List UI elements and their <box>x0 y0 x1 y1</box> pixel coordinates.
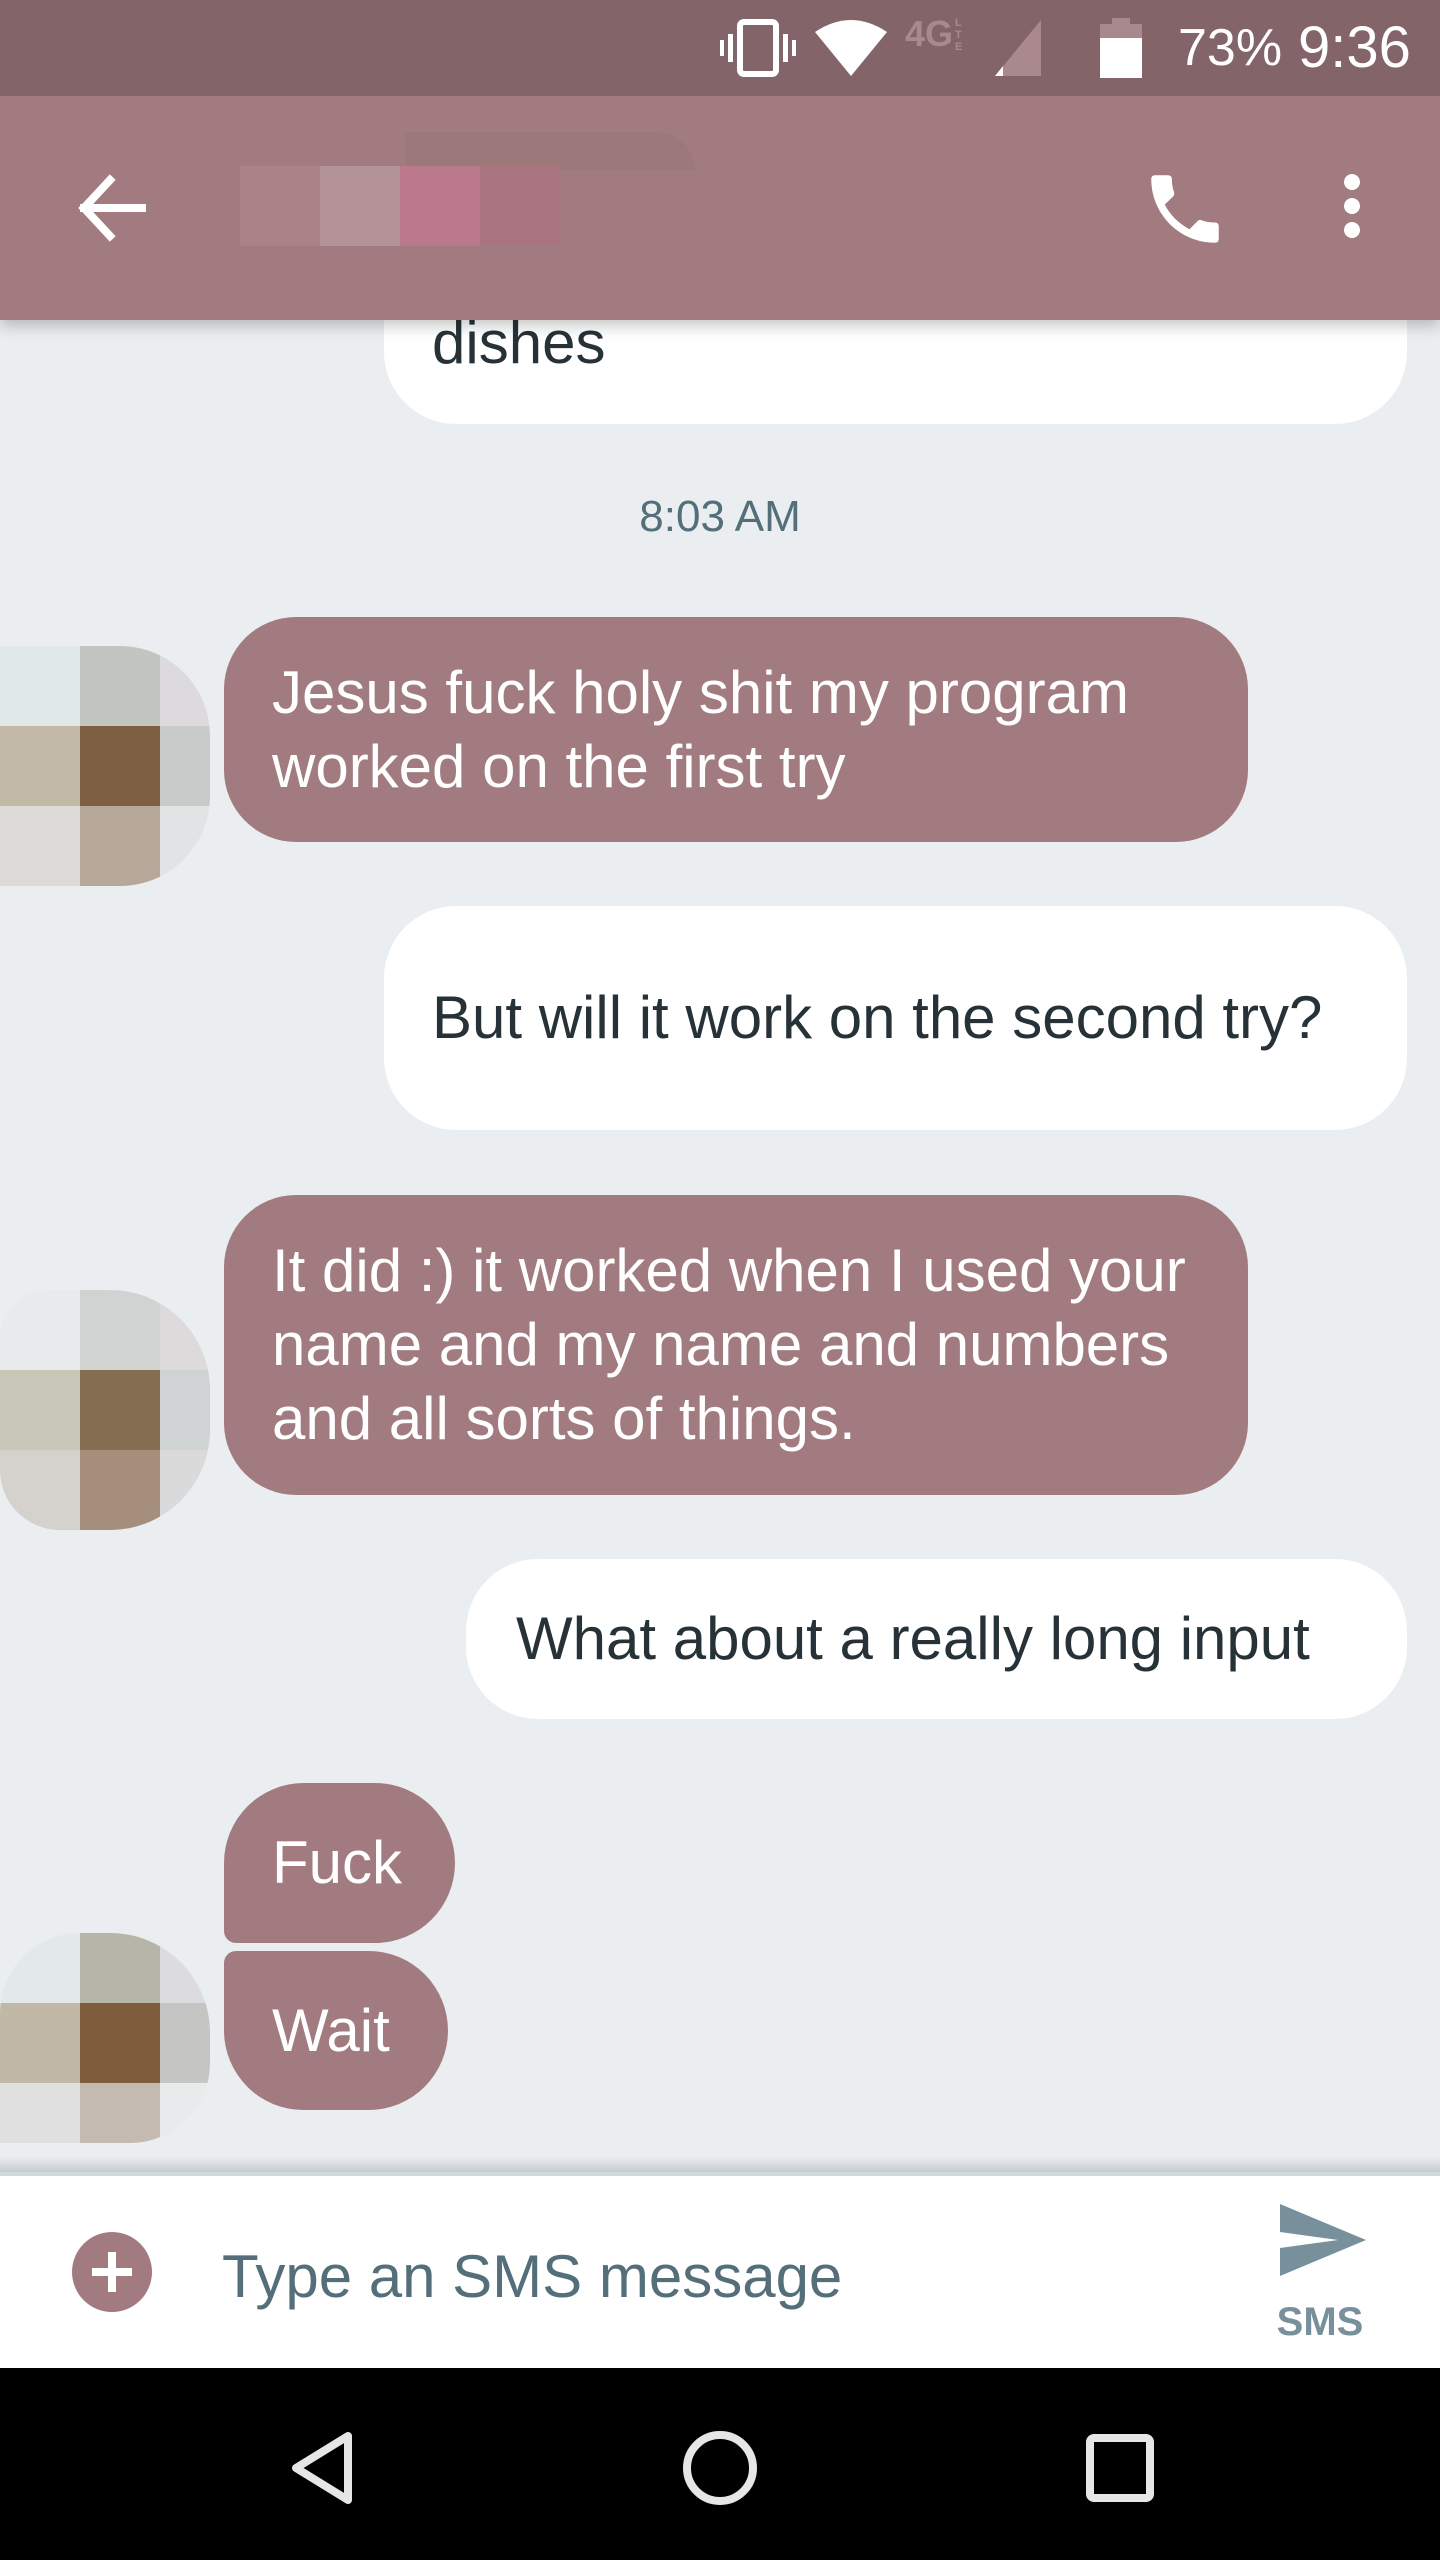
phone-icon <box>1151 175 1219 243</box>
message-outgoing[interactable]: But will it work on the second try? <box>384 906 1407 1130</box>
compose-bar: SMS <box>0 2172 1440 2368</box>
nav-back-button[interactable] <box>262 2408 382 2528</box>
svg-text:L: L <box>955 17 962 29</box>
nav-home-button[interactable] <box>660 2408 780 2528</box>
avatar[interactable] <box>0 1290 210 1530</box>
message-text: dishes <box>432 320 606 376</box>
message-incoming[interactable]: Jesus fuck holy shit my program worked o… <box>224 617 1248 842</box>
battery-percent: 73% <box>1178 19 1283 77</box>
message-text: Wait <box>272 1996 390 2064</box>
avatar[interactable] <box>0 646 210 886</box>
navigation-bar <box>0 2368 1440 2560</box>
nav-recents-button[interactable] <box>1060 2408 1180 2528</box>
avatar[interactable] <box>0 1933 210 2143</box>
redaction-block <box>400 166 480 246</box>
back-triangle-icon <box>292 2432 352 2504</box>
message-incoming[interactable]: It did :) it worked when I used your nam… <box>224 1195 1248 1495</box>
conversation-list[interactable]: dishes 8:03 AM Jesus fuck holy shit my p… <box>0 320 1440 2172</box>
clock: 9:36 <box>1298 15 1411 80</box>
send-sms-button[interactable]: SMS <box>1260 2196 1380 2356</box>
battery-icon <box>1100 18 1142 78</box>
arrow-left-icon <box>78 174 146 242</box>
redaction-block <box>240 166 320 246</box>
attach-button[interactable] <box>72 2232 152 2312</box>
send-label: SMS <box>1276 2300 1364 2344</box>
redaction-shape <box>405 132 695 170</box>
recents-square-icon <box>1086 2434 1154 2502</box>
svg-text:4G: 4G <box>905 13 953 54</box>
app-bar <box>0 96 1440 320</box>
back-button[interactable] <box>64 168 160 248</box>
timestamp: 8:03 AM <box>639 492 801 541</box>
message-text: It did :) it worked when I used your nam… <box>272 1237 1186 1452</box>
lte-icon: 4G L T E <box>905 13 962 54</box>
redaction-block <box>480 166 560 246</box>
message-text: Jesus fuck holy shit my program worked o… <box>272 658 1129 800</box>
message-incoming[interactable]: Fuck <box>224 1783 455 1943</box>
signal-icon <box>995 20 1041 76</box>
svg-text:E: E <box>955 41 962 53</box>
more-options-button[interactable] <box>1320 164 1384 254</box>
redaction-block <box>320 166 400 246</box>
message-incoming[interactable]: Wait <box>224 1951 448 2110</box>
contact-name-redacted[interactable] <box>240 126 700 246</box>
message-text: But will it work on the second try? <box>432 984 1323 1051</box>
svg-text:T: T <box>955 29 962 41</box>
more-vert-icon <box>1344 174 1360 238</box>
message-outgoing[interactable]: dishes <box>384 320 1407 424</box>
home-circle-icon <box>683 2431 757 2505</box>
message-text: What about a really long input <box>516 1605 1310 1672</box>
message-input[interactable] <box>222 2226 1202 2326</box>
message-text: Fuck <box>272 1829 403 1896</box>
vibrate-icon <box>720 19 796 77</box>
wifi-icon <box>815 20 887 76</box>
message-outgoing[interactable]: What about a really long input <box>466 1559 1407 1719</box>
call-button[interactable] <box>1140 164 1230 254</box>
status-bar: 4G L T E 73% 9:36 <box>0 0 1440 96</box>
send-icon <box>1280 2204 1366 2276</box>
